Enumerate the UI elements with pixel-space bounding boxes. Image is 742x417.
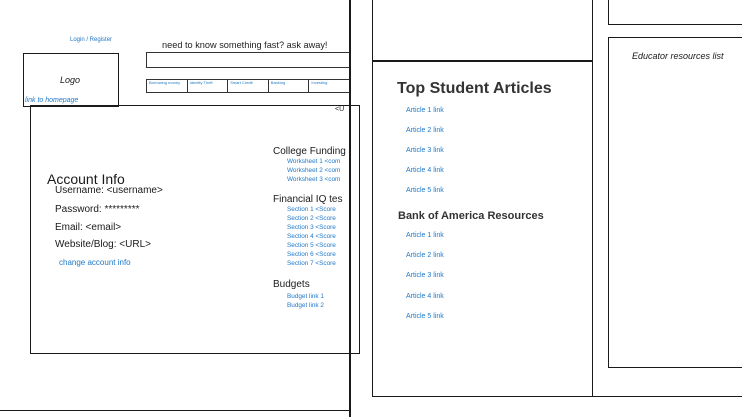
ask-input[interactable]	[146, 52, 350, 68]
article-link[interactable]: Article 5 link	[406, 187, 444, 194]
section-link[interactable]: Section 4 <Score	[287, 233, 336, 240]
email-text: Email: <email>	[55, 222, 122, 233]
boa-resources-title: Bank of America Resources	[398, 210, 544, 222]
logo: Logo	[60, 75, 81, 85]
password-text: Password: *********	[55, 204, 140, 215]
college-funding-heading: College Funding	[273, 146, 346, 157]
section-link[interactable]: Section 5 <Score	[287, 242, 336, 249]
nav-tab-smart-credit[interactable]: Smart Credit	[228, 80, 269, 92]
nav-tab-investing[interactable]: Investing	[309, 80, 349, 92]
nav-tab-borrowing[interactable]: Borrowing money	[147, 80, 188, 92]
footer-divider	[0, 410, 350, 411]
website-text: Website/Blog: <URL>	[55, 239, 151, 250]
boa-article-link[interactable]: Article 3 link	[406, 272, 444, 279]
change-account-link[interactable]: change account info	[59, 258, 131, 267]
boa-article-link[interactable]: Article 1 link	[406, 232, 444, 239]
article-link[interactable]: Article 2 link	[406, 127, 444, 134]
budgets-heading: Budgets	[273, 279, 310, 290]
login-register-link[interactable]: Login / Register	[70, 37, 112, 43]
budget-link[interactable]: Budget link 2	[287, 302, 324, 309]
right-top-box	[608, 0, 742, 25]
article-link[interactable]: Article 4 link	[406, 167, 444, 174]
worksheet-link[interactable]: Worksheet 3 <com	[287, 176, 340, 183]
article-link[interactable]: Article 1 link	[406, 107, 444, 114]
homepage-link[interactable]: link to homepage	[25, 97, 78, 104]
section-link[interactable]: Section 6 <Score	[287, 251, 336, 258]
ask-label: need to know something fast? ask away!	[162, 40, 328, 50]
article-link[interactable]: Article 3 link	[406, 147, 444, 154]
boa-article-link[interactable]: Article 5 link	[406, 313, 444, 320]
top-articles-title: Top Student Articles	[397, 80, 552, 97]
section-link[interactable]: Section 2 <Score	[287, 215, 336, 222]
section-link[interactable]: Section 3 <Score	[287, 224, 336, 231]
page-divider	[349, 0, 351, 417]
nav-tab-banking[interactable]: Banking	[269, 80, 310, 92]
username-text: Username: <username>	[55, 185, 163, 196]
nav-tab-identity-theft[interactable]: Identity Theft	[188, 80, 229, 92]
budget-link[interactable]: Budget link 1	[287, 293, 324, 300]
topic-nav: Borrowing money Identity Theft Smart Cre…	[146, 79, 350, 93]
right-bottom-divider	[593, 396, 742, 397]
educator-resources-title: Educator resources list	[632, 51, 724, 61]
boa-article-link[interactable]: Article 2 link	[406, 252, 444, 259]
worksheet-link[interactable]: Worksheet 2 <com	[287, 167, 340, 174]
section-link[interactable]: Section 1 <Score	[287, 206, 336, 213]
financial-iq-heading: Financial IQ tes	[273, 194, 343, 205]
educator-panel	[608, 37, 742, 368]
middle-top-box	[372, 0, 593, 61]
boa-article-link[interactable]: Article 4 link	[406, 293, 444, 300]
section-link[interactable]: Section 7 <Score	[287, 260, 336, 267]
worksheet-link[interactable]: Worksheet 1 <com	[287, 158, 340, 165]
url-placeholder: <U	[335, 106, 345, 113]
